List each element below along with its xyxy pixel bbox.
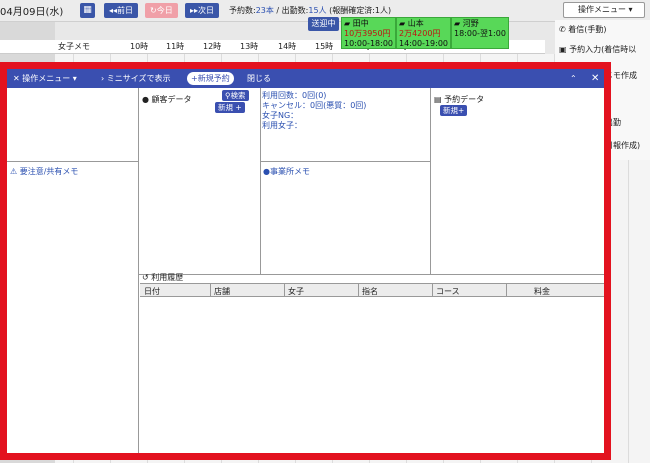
reserve-input-item[interactable]: ▣ 予約入力(着信時以 (559, 44, 636, 55)
hour-label: 15時 (315, 42, 334, 51)
search-button[interactable]: ⚲検索 (222, 90, 249, 101)
caution-memo-title: ⚠ 要注意/共有メモ (10, 167, 79, 176)
hour-label: 14時 (278, 42, 297, 51)
current-date: 04月09日(水) (0, 7, 64, 18)
reservation-data-title: ▤ 予約データ (434, 95, 485, 104)
modal-ops-menu-button[interactable]: ✕ 操作メニュー ▾ (13, 72, 77, 85)
divider (358, 284, 359, 296)
column-header: 日付 (144, 287, 160, 296)
divider (432, 284, 433, 296)
close-icon[interactable]: ✕ (591, 72, 599, 85)
history-table-header: 日付 店舗 女子 指名 コース 料金 (140, 283, 604, 297)
truck-icon: ▰ (344, 19, 351, 28)
divider (138, 88, 139, 453)
hour-label: 11時 (166, 42, 185, 51)
history-title: ↺ 利用履歴 (142, 273, 184, 282)
office-memo-title: ●事業所メモ (263, 167, 310, 176)
prev-day-button[interactable]: ◂◂前日 (104, 3, 139, 18)
pickup-status-badge: 送迎中 (308, 17, 339, 31)
pin-icon: ● (263, 167, 270, 176)
warning-icon: ⚠ (10, 167, 18, 176)
add-user-icon: + (235, 103, 242, 112)
chevron-right-icon: › (101, 74, 105, 83)
close-button[interactable]: 閉じる (247, 72, 271, 85)
modal-header: ✕ 操作メニュー ▾ › ミニサイズで表示 +新規予約 閉じる ⌃ ✕ (7, 69, 604, 88)
girl-memo-header: 女子メモ (58, 42, 90, 51)
used-girls: 利用女子： (262, 121, 302, 130)
incoming-call-item[interactable]: ✆ 着信(手動) (559, 24, 607, 35)
divider (7, 161, 138, 162)
driver-card[interactable]: ▰ 田中 10万3950円 10:00-18:00 (341, 17, 396, 49)
hour-label: 12時 (203, 42, 222, 51)
customer-modal: ✕ 操作メニュー ▾ › ミニサイズで表示 +新規予約 閉じる ⌃ ✕ ⚠ 要注… (0, 62, 611, 460)
clipboard-icon: ▤ (434, 95, 442, 104)
day-stats: 予約数:23本 / 出勤数:15人 (報酬確定済:1人) (229, 6, 392, 15)
user-icon: ● (142, 95, 149, 104)
column-header: 店舗 (214, 287, 230, 296)
tools-icon: ✕ (13, 74, 20, 83)
divider (430, 88, 431, 274)
driver-card[interactable]: ▰ 河野 18:00-翌1:00 (451, 17, 509, 49)
truck-icon: ▰ (454, 19, 461, 28)
ops-menu-button[interactable]: 操作メニュー ▾ (563, 2, 645, 18)
new-reservation-button[interactable]: +新規予約 (187, 72, 234, 85)
new-customer-button[interactable]: 新規 + (215, 102, 245, 113)
divider (138, 274, 604, 275)
divider (284, 284, 285, 296)
next-day-button[interactable]: ▸▸次日 (185, 3, 220, 18)
calendar-icon[interactable]: ▦ (80, 3, 95, 18)
collapse-icon[interactable]: ⌃ (570, 72, 577, 85)
minimize-button[interactable]: › ミニサイズで表示 (101, 72, 171, 85)
history-icon: ↺ (142, 273, 149, 282)
customer-data-title: ● 顧客データ (142, 95, 192, 104)
truck-icon: ▰ (399, 19, 406, 28)
new-reservation-data-button[interactable]: 新規+ (440, 105, 468, 116)
column-header: 指名 (362, 287, 378, 296)
hour-label: 13時 (240, 42, 259, 51)
divider (260, 88, 261, 274)
today-button[interactable]: ↻今日 (145, 3, 178, 18)
column-header: 女子 (288, 287, 304, 296)
column-header: 料金 (534, 287, 550, 296)
driver-card[interactable]: ▰ 山本 2万4200円 14:00-19:00 (396, 17, 451, 49)
divider (260, 161, 430, 162)
divider (210, 284, 211, 296)
hour-label: 10時 (130, 42, 149, 51)
modal-body: ⚠ 要注意/共有メモ ● 顧客データ ⚲検索 新規 + 利用回数：0回(0) キ… (7, 88, 604, 453)
column-header: コース (436, 287, 460, 296)
divider (506, 284, 507, 296)
